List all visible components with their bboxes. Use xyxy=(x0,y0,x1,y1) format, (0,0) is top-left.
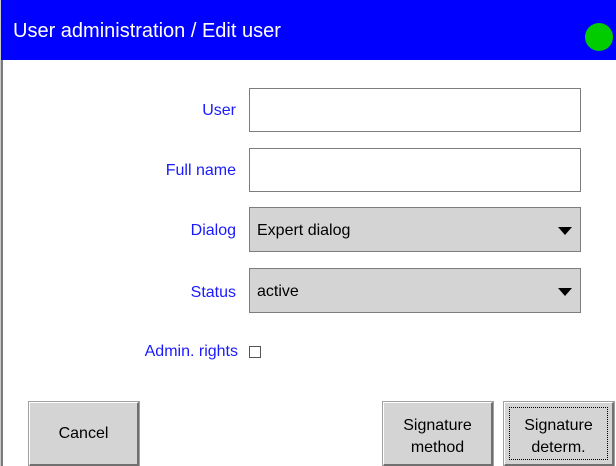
full-name-label: Full name xyxy=(165,162,236,179)
signature-determ-label-line1: Signature xyxy=(524,416,593,434)
status-dropdown[interactable]: active xyxy=(249,268,581,313)
status-selected-value: active xyxy=(257,283,299,300)
signature-method-label-line1: Signature xyxy=(403,416,472,434)
triangle-down-icon[interactable] xyxy=(558,288,572,296)
cancel-button[interactable]: Cancel xyxy=(29,402,139,466)
admin-rights-label: Admin. rights xyxy=(144,343,238,360)
title-bar: User administration / Edit user xyxy=(1,0,616,60)
edit-user-window: User administration / Edit user User Ful… xyxy=(0,0,616,466)
user-label: User xyxy=(202,102,236,119)
status-dot-icon xyxy=(585,23,613,51)
dialog-selected-value: Expert dialog xyxy=(257,222,351,239)
full-name-input[interactable] xyxy=(249,148,581,192)
dialog-dropdown[interactable]: Expert dialog xyxy=(249,207,581,252)
triangle-down-icon[interactable] xyxy=(558,227,572,235)
signature-method-button[interactable]: Signature method xyxy=(383,402,493,466)
dialog-label: Dialog xyxy=(190,222,236,239)
window-title: User administration / Edit user xyxy=(13,20,281,42)
signature-determ-label-line2: determ. xyxy=(531,438,586,456)
signature-determ-button[interactable]: Signature determ. xyxy=(504,402,614,466)
admin-rights-checkbox[interactable] xyxy=(249,346,261,358)
signature-method-label-line2: method xyxy=(410,438,465,456)
user-input[interactable] xyxy=(249,88,581,132)
status-label: Status xyxy=(190,284,236,301)
window-left-edge xyxy=(1,60,3,466)
